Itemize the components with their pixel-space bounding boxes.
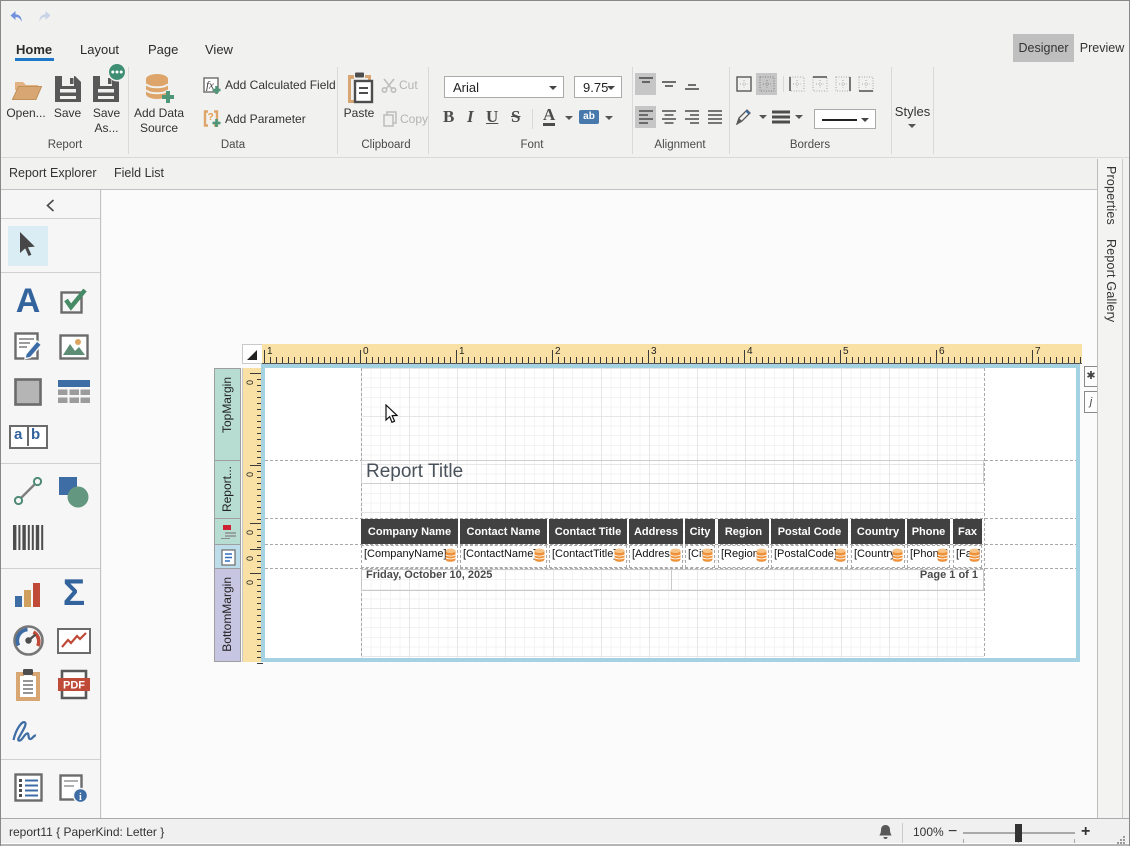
svg-text:?: ?	[208, 112, 214, 123]
svg-text:i: i	[79, 792, 82, 803]
svg-text:PDF: PDF	[63, 680, 85, 692]
